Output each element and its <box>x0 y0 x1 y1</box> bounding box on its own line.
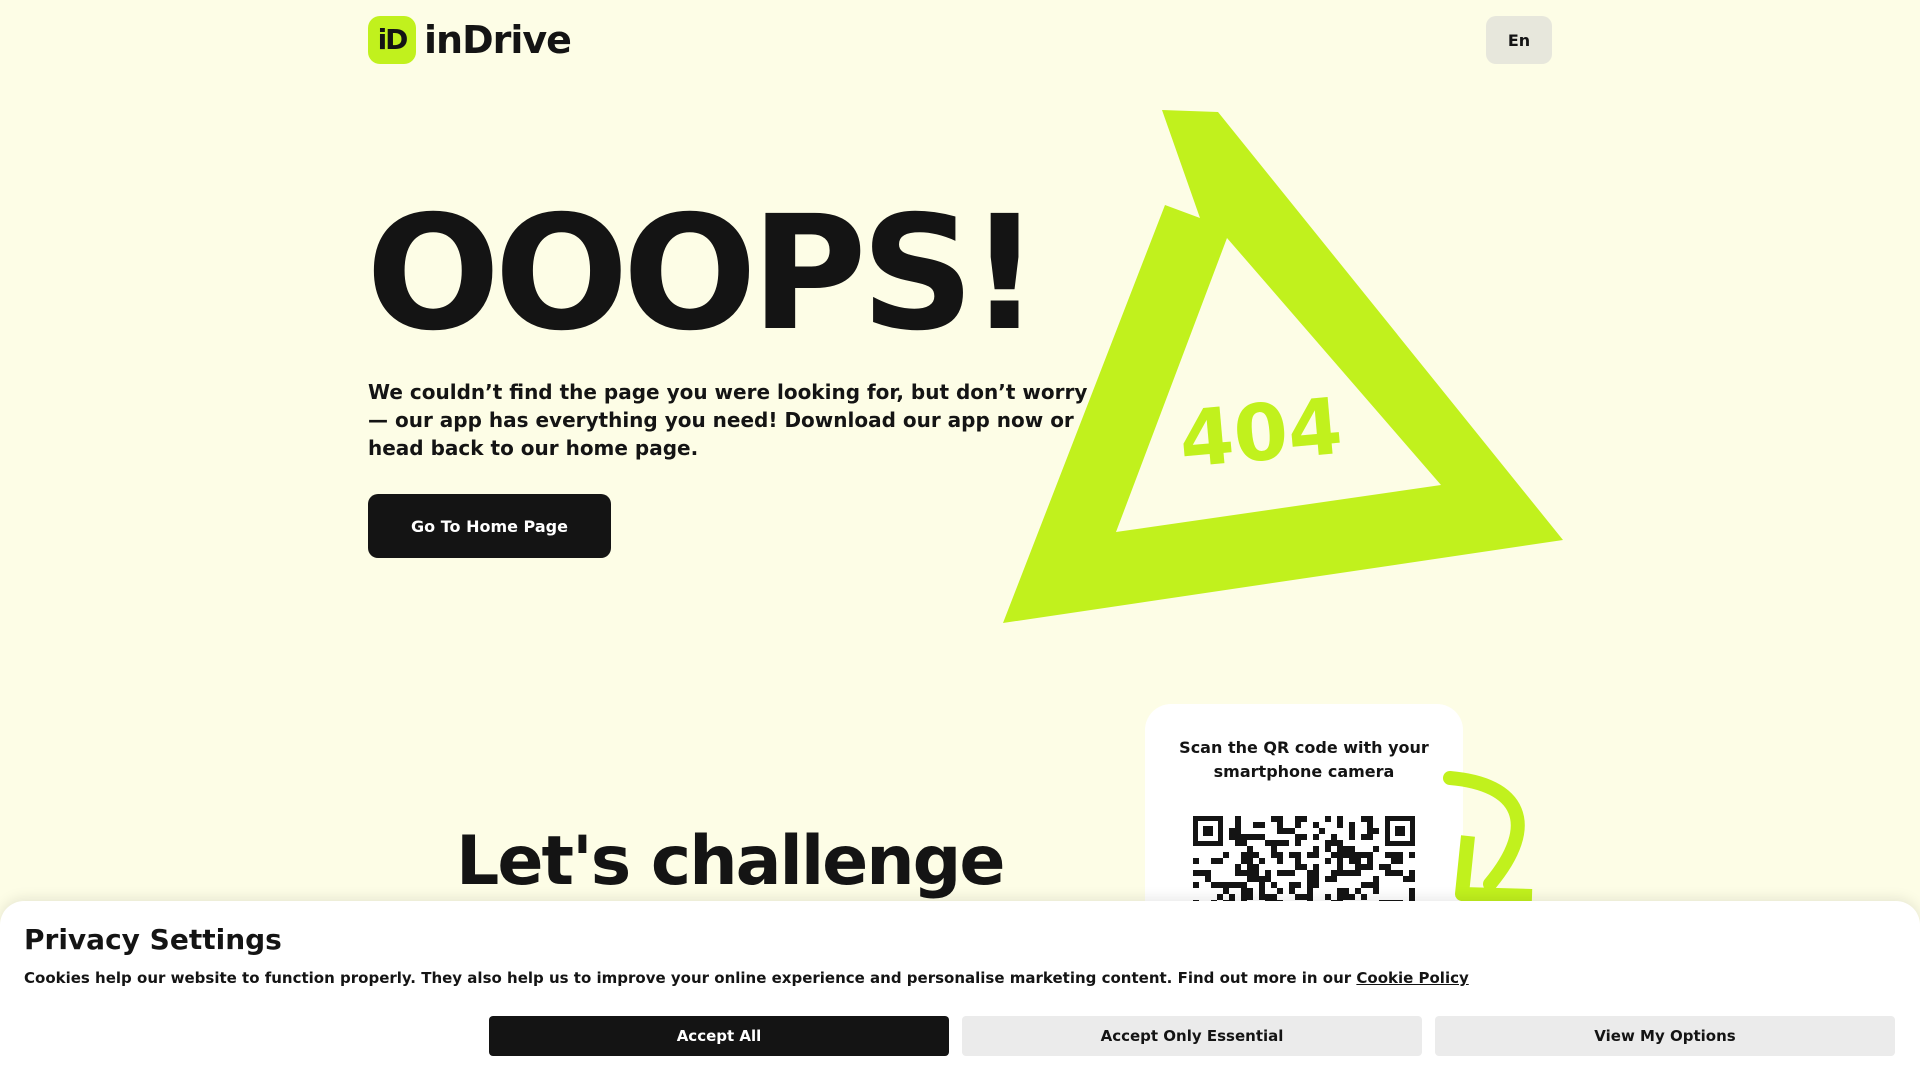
accept-essential-button[interactable]: Accept Only Essential <box>962 1016 1422 1056</box>
go-home-button[interactable]: Go To Home Page <box>368 494 611 558</box>
curved-arrow-icon <box>1443 771 1533 903</box>
indrive-logo-icon: iD <box>368 16 416 64</box>
accept-all-button[interactable]: Accept All <box>489 1016 949 1056</box>
qr-caption: Scan the QR code with your smartphone ca… <box>1179 738 1429 781</box>
404-badge-text: 404 <box>1176 382 1346 486</box>
cookie-policy-link[interactable]: Cookie Policy <box>1356 969 1468 987</box>
challenge-heading: Let's challenge <box>456 822 1005 901</box>
logo-mark-text: iD <box>377 23 409 56</box>
triangle-graphic: 404 <box>1003 110 1563 623</box>
indrive-logo[interactable]: iD inDrive <box>368 16 572 64</box>
privacy-text: Cookies help our website to function pro… <box>24 969 1469 987</box>
privacy-body: Cookies help our website to function pro… <box>24 969 1357 987</box>
privacy-title: Privacy Settings <box>24 923 282 956</box>
view-options-button[interactable]: View My Options <box>1435 1016 1895 1056</box>
logo-text: inDrive <box>424 18 572 62</box>
page-title: OOOPS! <box>366 182 1041 366</box>
privacy-banner: Privacy Settings Cookies help our websit… <box>0 901 1920 1080</box>
language-selector-button[interactable]: En <box>1486 16 1552 64</box>
